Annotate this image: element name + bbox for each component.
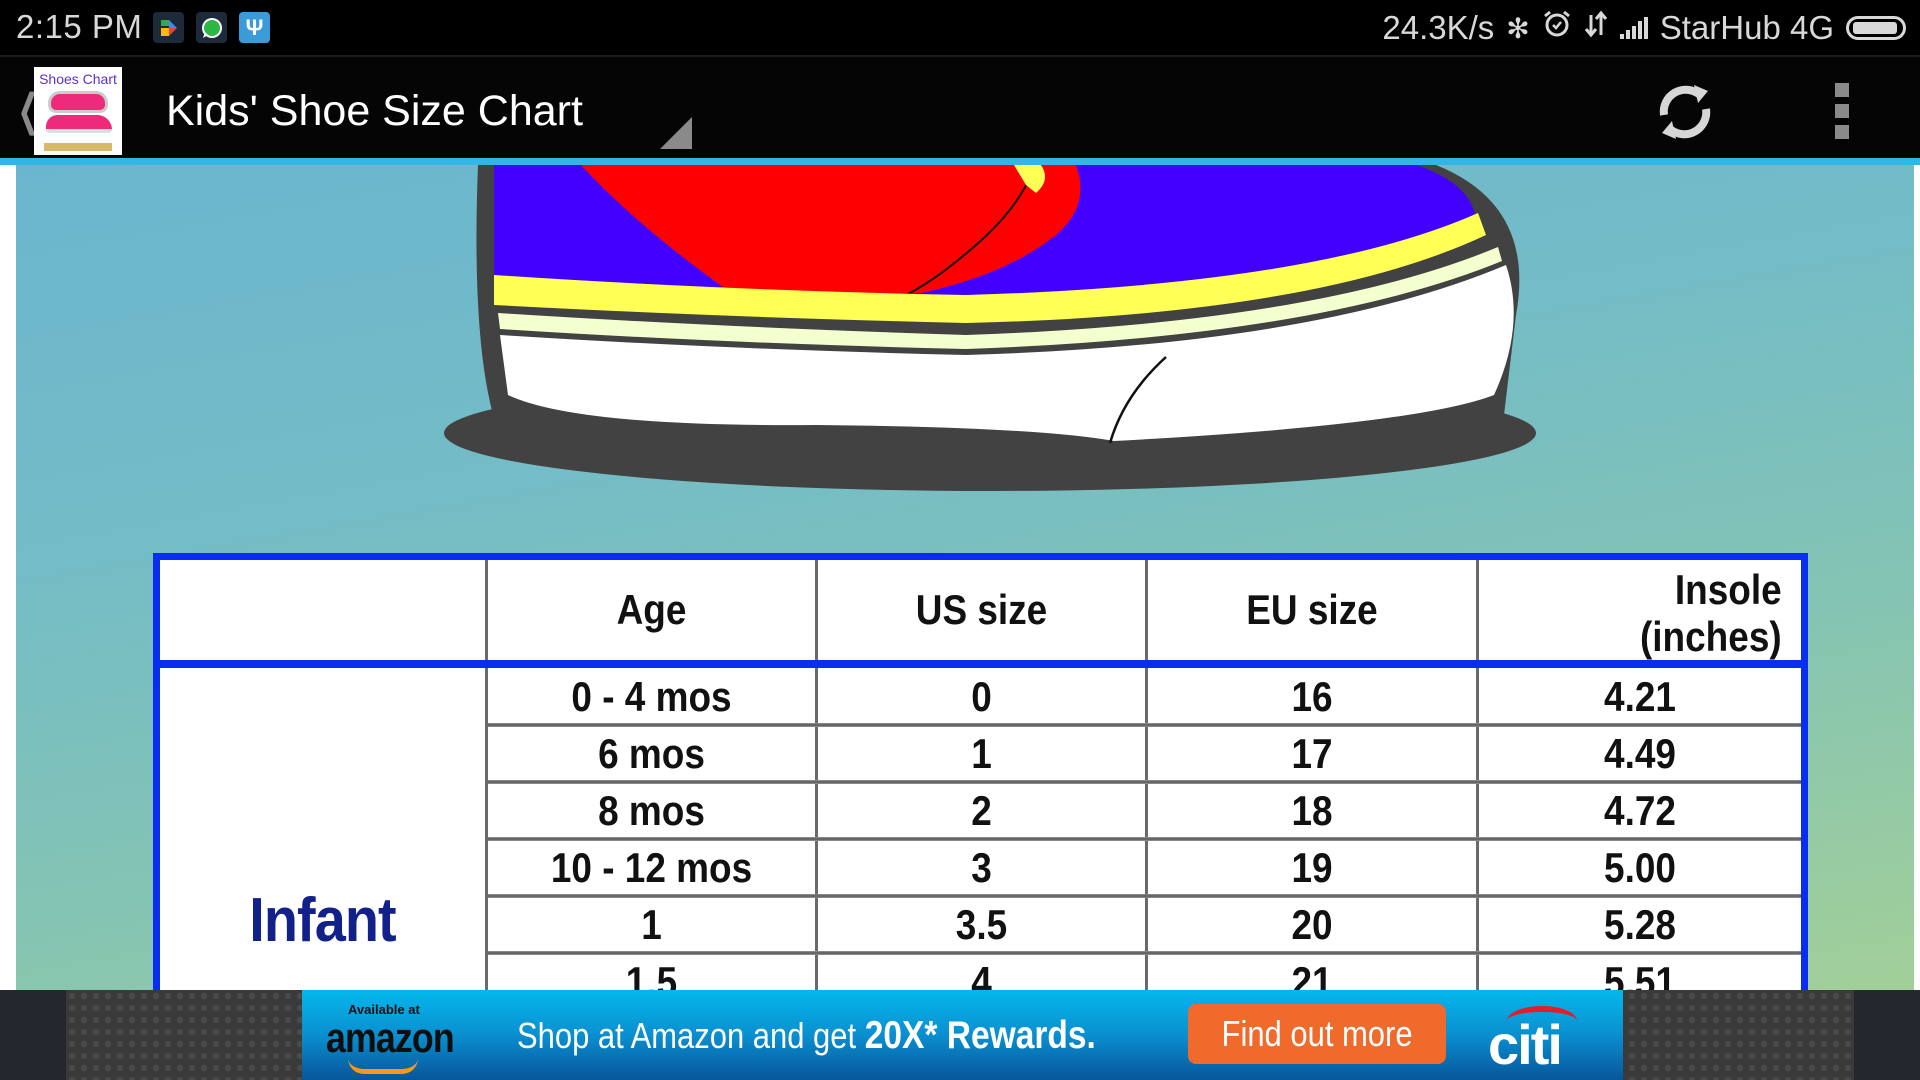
cell-age: 0 - 4 mos <box>571 672 732 720</box>
amazon-smile-icon <box>348 1058 418 1074</box>
amazon-logo: amazon <box>326 1014 455 1061</box>
status-time: 2:15 PM <box>16 8 143 45</box>
usb-icon: Ψ <box>239 12 270 43</box>
app-bar: ❮ Shoes Chart Kids' Shoe Size Chart <box>0 55 1920 158</box>
data-transfer-icon <box>1584 9 1608 47</box>
column-divider <box>1476 560 1479 990</box>
cell-age: 8 mos <box>598 786 705 834</box>
ad-banner[interactable]: Available at amazon Shop at Amazon and g… <box>302 990 1623 1080</box>
size-chart-table: Age US size EU size Insole (inches) Infa… <box>153 553 1808 990</box>
app-icon-label: Shoes Chart <box>39 71 117 87</box>
cell-insole: 4.72 <box>1604 786 1676 834</box>
column-divider <box>1145 560 1148 990</box>
signal-icon <box>1619 17 1648 39</box>
header-eu-size: EU size <box>1246 586 1378 634</box>
ad-text-regular: Shop at Amazon and get <box>517 1015 865 1056</box>
cell-eu-size: 17 <box>1291 729 1333 777</box>
battery-icon <box>1846 16 1906 40</box>
overflow-dot <box>1835 125 1849 139</box>
app-icon[interactable]: Shoes Chart <box>34 67 122 155</box>
ad-bar: Available at amazon Shop at Amazon and g… <box>0 990 1920 1080</box>
cell-insole: 5.51 <box>1604 957 1676 991</box>
app-bar-accent-line <box>0 158 1920 165</box>
sneaker-side-icon <box>46 115 112 133</box>
overflow-menu-button[interactable] <box>1835 83 1851 139</box>
cell-age: 1.5 <box>625 957 678 991</box>
cell-us-size: 1 <box>971 729 992 777</box>
cell-us-size: 4 <box>971 957 992 991</box>
network-speed: 24.3K/s <box>1382 9 1495 46</box>
column-divider <box>485 560 488 990</box>
carrier-label: StarHub 4G <box>1659 9 1834 46</box>
size-chart-image: Age US size EU size Insole (inches) Infa… <box>16 165 1914 990</box>
citi-logo: citi <box>1488 1013 1563 1076</box>
header-group <box>180 560 466 660</box>
header-insole: Insole (inches) <box>1498 560 1782 660</box>
overflow-dot <box>1835 104 1849 118</box>
refresh-button[interactable] <box>1650 77 1720 147</box>
ad-text-bold: 20X* Rewards. <box>864 1014 1096 1057</box>
cell-eu-size: 16 <box>1291 672 1333 720</box>
cell-us-size: 0 <box>971 672 992 720</box>
dropdown-indicator-icon[interactable] <box>660 117 692 149</box>
cell-insole: 4.49 <box>1604 729 1676 777</box>
sneaker-top-icon <box>48 91 108 113</box>
cell-age: 10 - 12 mos <box>550 843 753 891</box>
ad-text: Shop at Amazon and get 20X* Rewards. <box>517 1014 1096 1058</box>
cell-insole: 5.28 <box>1604 900 1676 948</box>
cell-insole: 4.21 <box>1604 672 1676 720</box>
ruler-icon <box>44 143 112 151</box>
refresh-icon <box>1659 85 1711 139</box>
status-bar: 2:15 PM Ψ 24.3K/s ✻ StarHub 4G <box>0 0 1920 55</box>
cell-eu-size: 20 <box>1291 900 1333 948</box>
cell-us-size: 3.5 <box>955 900 1008 948</box>
bluetooth-icon: ✻ <box>1506 12 1530 44</box>
whatsapp-icon <box>196 12 227 43</box>
header-age: Age <box>616 586 687 634</box>
cell-age: 6 mos <box>598 729 705 777</box>
cell-eu-size: 19 <box>1291 843 1333 891</box>
overflow-dot <box>1835 83 1849 97</box>
find-out-more-button[interactable]: Find out more <box>1188 1004 1446 1064</box>
cell-insole: 5.00 <box>1604 843 1676 891</box>
header-divider <box>160 660 1801 668</box>
cell-eu-size: 18 <box>1291 786 1333 834</box>
google-play-services-icon <box>153 12 184 43</box>
column-divider <box>815 560 818 990</box>
cell-eu-size: 21 <box>1291 957 1333 991</box>
status-right: 24.3K/s ✻ StarHub 4G <box>1382 8 1906 48</box>
cell-us-size: 3 <box>971 843 992 891</box>
cell-us-size: 2 <box>971 786 992 834</box>
group-label-infant: Infant <box>249 886 396 955</box>
find-out-more-label: Find out more <box>1221 1013 1413 1054</box>
header-insole-line2: (inches) <box>1639 612 1782 660</box>
shoe-illustration <box>444 165 1536 491</box>
cell-age: 1 <box>641 900 662 948</box>
header-insole-line1: Insole <box>1674 565 1782 613</box>
app-title[interactable]: Kids' Shoe Size Chart <box>166 87 583 136</box>
content-scroll-area[interactable]: Age US size EU size Insole (inches) Infa… <box>0 165 1920 990</box>
header-us-size: US size <box>915 586 1048 634</box>
alarm-icon <box>1542 9 1572 47</box>
